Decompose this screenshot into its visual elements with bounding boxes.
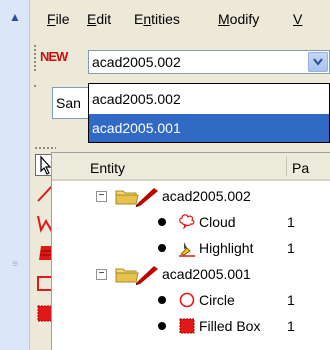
tree-row-drawing[interactable]: − acad2005.001	[52, 261, 330, 287]
column-separator[interactable]	[286, 156, 287, 176]
cloud-icon	[179, 214, 195, 230]
menu-view[interactable]: V	[293, 11, 302, 27]
circle-icon	[179, 292, 195, 308]
tree-row-entity[interactable]: Filled Box 1	[52, 313, 330, 339]
entity-label-cloud: Cloud	[199, 214, 236, 230]
menu-edit[interactable]: Edit	[87, 11, 111, 27]
entity-value: 1	[287, 240, 295, 256]
entity-label-circle: Circle	[199, 292, 235, 308]
entity-value: 1	[287, 292, 295, 308]
column-header-entity[interactable]: Entity	[90, 160, 125, 176]
drawing-label: acad2005.001	[162, 266, 251, 282]
drawing-folder-icon	[115, 266, 158, 285]
collapse-icon[interactable]: −	[96, 269, 107, 280]
tree-row-entity[interactable]: Circle 1	[52, 287, 330, 313]
new-drawing-icon[interactable]: NEW	[40, 49, 68, 64]
dropdown-option[interactable]: acad2005.002	[89, 85, 329, 113]
highlight-icon	[179, 242, 195, 257]
entity-label-highlight: Highlight	[199, 240, 254, 256]
bullet-icon	[158, 296, 166, 304]
column-header-pa[interactable]: Pa	[292, 160, 309, 176]
scroll-up-icon[interactable]: ▲	[6, 10, 24, 24]
font-combo-value: San	[56, 95, 81, 111]
drawing-folder-icon	[115, 188, 158, 207]
chevron-down-icon[interactable]	[308, 52, 328, 72]
tree-row-drawing[interactable]: − acad2005.002	[52, 183, 330, 209]
bullet-icon	[158, 218, 166, 226]
toolbar-grip[interactable]	[33, 44, 37, 72]
collapse-icon[interactable]: −	[96, 191, 107, 202]
dropdown-option-selected[interactable]: acad2005.001	[89, 114, 329, 142]
menubar: File Edit Entities Modify V	[31, 0, 330, 38]
tools-grip[interactable]	[34, 146, 56, 150]
entity-value: 1	[287, 214, 295, 230]
toolbar-grip-2[interactable]	[33, 84, 37, 88]
menu-entities[interactable]: Entities	[134, 11, 180, 27]
entity-tree-panel: Entity Pa − acad2005.002 Cloud 1 Highlig…	[51, 152, 330, 350]
drawing-combo[interactable]: acad2005.002	[88, 50, 330, 74]
tree-row-entity[interactable]: Highlight 1	[52, 235, 330, 261]
left-scroll-strip[interactable]: ▲ ≡	[0, 0, 30, 350]
bullet-icon	[158, 244, 166, 252]
drawing-dropdown-list: acad2005.002 acad2005.001	[88, 83, 330, 143]
menu-file[interactable]: File	[47, 11, 70, 27]
drawing-label: acad2005.002	[162, 188, 251, 204]
drawing-combo-value: acad2005.002	[92, 54, 181, 70]
filled-box-icon	[179, 318, 195, 334]
tree-row-entity[interactable]: Cloud 1	[52, 209, 330, 235]
menu-modify[interactable]: Modify	[218, 11, 259, 27]
grip-icon[interactable]: ≡	[10, 258, 20, 272]
tree-header: Entity Pa	[52, 153, 330, 181]
entity-value: 1	[287, 318, 295, 334]
entity-label-filled-box: Filled Box	[199, 318, 261, 334]
bullet-icon	[158, 322, 166, 330]
